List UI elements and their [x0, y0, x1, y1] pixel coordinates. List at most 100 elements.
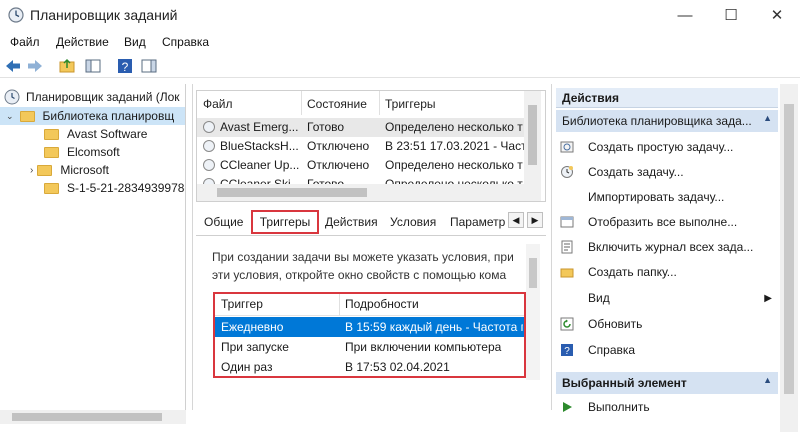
action-pane-icon[interactable]: [140, 57, 158, 75]
tab-conditions[interactable]: Условия: [390, 215, 436, 229]
trigger-details-cell: При включении компьютера: [345, 340, 502, 354]
task-status-cell: Отключено: [307, 139, 370, 153]
task-trigger-cell: Определено несколько т: [385, 158, 523, 172]
description-line: эти условия, откройте окно свойств с пом…: [212, 268, 507, 282]
actions-section-selected[interactable]: Выбранный элемент ▲: [556, 372, 778, 394]
table-row[interactable]: Avast Emerg... Готово Определено несколь…: [197, 118, 527, 137]
tab-scroll-left-button[interactable]: ◀: [508, 212, 524, 228]
svg-text:?: ?: [122, 60, 129, 74]
folder-icon: [560, 268, 574, 278]
triggers-table: Триггер Подробности Ежедневно В 15:59 ка…: [213, 292, 526, 378]
scrollbar-thumb[interactable]: [12, 413, 162, 421]
vertical-scrollbar[interactable]: [524, 91, 541, 201]
task-list-header: Файл Состояние Триггеры: [197, 91, 527, 115]
action-refresh[interactable]: Обновить: [560, 314, 642, 334]
chevron-down-icon[interactable]: ⌄: [6, 111, 14, 122]
folder-icon: [37, 164, 53, 176]
action-view[interactable]: Вид ▶: [588, 288, 778, 308]
tree-item-folder[interactable]: Avast Software: [44, 125, 147, 143]
tree-item-folder[interactable]: Elcomsoft: [44, 143, 120, 161]
run-icon: [563, 402, 572, 412]
scrollbar-thumb[interactable]: [529, 258, 537, 288]
action-display-running[interactable]: Отобразить все выполне...: [560, 212, 737, 232]
table-row[interactable]: CCleaner Up... Отключено Определено неск…: [197, 156, 527, 175]
running-tasks-icon: [560, 216, 574, 228]
trigger-type-cell: Один раз: [221, 360, 273, 374]
folder-up-icon[interactable]: [58, 57, 76, 75]
navigation-tree: Планировщик заданий (Лок ⌄ Библиотека пл…: [0, 84, 186, 410]
trigger-type-cell: При запуске: [221, 340, 289, 354]
column-header-trigger[interactable]: Триггер: [221, 297, 263, 311]
task-name-cell: CCleaner Up...: [203, 158, 301, 172]
vertical-scrollbar[interactable]: [780, 84, 798, 432]
wizard-icon: [560, 141, 574, 153]
vertical-scrollbar[interactable]: [526, 244, 540, 380]
scrollbar-thumb[interactable]: [217, 188, 367, 197]
toolbar: ?: [0, 54, 800, 78]
log-icon: [561, 240, 573, 254]
task-status-cell: Готово: [307, 120, 345, 134]
action-create-folder[interactable]: Создать папку...: [560, 262, 677, 282]
task-trigger-cell: В 23:51 17.03.2021 - Часто: [385, 139, 525, 153]
tab-scroll-right-button[interactable]: ▶: [527, 212, 543, 228]
menu-action[interactable]: Действие: [56, 35, 109, 49]
tree-item-label: S-1-5-21-2834939978-: [67, 181, 186, 195]
table-row[interactable]: Ежедневно В 15:59 каждый день - Частота …: [215, 317, 524, 337]
maximize-button[interactable]: ☐: [708, 0, 754, 30]
menu-bar: Файл Действие Вид Справка: [0, 33, 800, 53]
task-name-cell: BlueStacksH...: [203, 139, 301, 153]
tree-item-folder[interactable]: › Microsoft: [30, 161, 109, 179]
table-row[interactable]: Один раз В 17:53 02.04.2021: [215, 357, 524, 376]
menu-help[interactable]: Справка: [162, 35, 209, 49]
chevron-right-icon: ▶: [764, 292, 772, 304]
column-header-triggers[interactable]: Триггеры: [385, 97, 436, 111]
description-line: При создании задачи вы можете указать ус…: [212, 250, 514, 264]
window-title: Планировщик заданий: [30, 7, 178, 23]
collapse-icon[interactable]: ▲: [763, 375, 772, 385]
minimize-button[interactable]: —: [662, 0, 708, 30]
title-bar: Планировщик заданий — ☐ ✕: [0, 0, 800, 30]
tab-triggers[interactable]: Триггеры: [251, 210, 319, 234]
task-icon: [203, 159, 215, 171]
help-icon[interactable]: ?: [116, 57, 134, 75]
collapse-icon[interactable]: ▲: [763, 113, 772, 123]
folder-icon: [44, 128, 59, 140]
column-header-details[interactable]: Подробности: [345, 297, 419, 311]
table-row[interactable]: BlueStacksH... Отключено В 23:51 17.03.2…: [197, 137, 527, 156]
tab-settings[interactable]: Параметр: [450, 215, 505, 229]
horizontal-scrollbar[interactable]: [197, 184, 524, 201]
folder-icon: [44, 146, 59, 158]
action-import-task[interactable]: Импортировать задачу...: [588, 187, 724, 207]
scrollbar-thumb[interactable]: [784, 104, 794, 394]
tree-item-folder[interactable]: S-1-5-21-2834939978-: [44, 179, 186, 197]
close-button[interactable]: ✕: [754, 0, 800, 30]
back-arrow-icon[interactable]: [4, 57, 22, 75]
triggers-table-header: Триггер Подробности: [215, 294, 524, 316]
action-create-basic-task[interactable]: Создать простую задачу...: [560, 137, 733, 157]
actions-section-library[interactable]: Библиотека планировщика зада... ▲: [556, 110, 778, 132]
scrollbar-thumb[interactable]: [528, 105, 537, 165]
table-row[interactable]: При запуске При включении компьютера: [215, 337, 524, 357]
clock-icon: [4, 89, 20, 105]
show-pane-icon[interactable]: [84, 57, 102, 75]
action-create-task[interactable]: Создать задачу...: [560, 162, 684, 182]
menu-view[interactable]: Вид: [124, 35, 146, 49]
chevron-right-icon[interactable]: ›: [30, 165, 33, 176]
action-help[interactable]: ? Справка: [560, 340, 635, 360]
column-header-status[interactable]: Состояние: [307, 97, 367, 111]
trigger-type-cell: Ежедневно: [221, 320, 284, 334]
action-enable-log[interactable]: Включить журнал всех зада...: [560, 237, 753, 257]
tab-general[interactable]: Общие: [204, 215, 243, 229]
tree-item-label: Elcomsoft: [67, 145, 120, 159]
triggers-description: При создании задачи вы можете указать ус…: [212, 248, 522, 284]
menu-file[interactable]: Файл: [10, 35, 40, 49]
action-run[interactable]: Выполнить: [560, 398, 650, 416]
forward-arrow-icon[interactable]: [26, 57, 44, 75]
task-status-cell: Отключено: [307, 158, 370, 172]
horizontal-scrollbar[interactable]: [0, 410, 186, 424]
tree-item-library[interactable]: ⌄ Библиотека планировщ: [0, 107, 185, 125]
tree-item-root[interactable]: Планировщик заданий (Лок: [4, 88, 180, 106]
actions-header: Действия: [556, 88, 778, 108]
column-header-file[interactable]: Файл: [203, 97, 233, 111]
tab-actions[interactable]: Действия: [325, 215, 378, 229]
